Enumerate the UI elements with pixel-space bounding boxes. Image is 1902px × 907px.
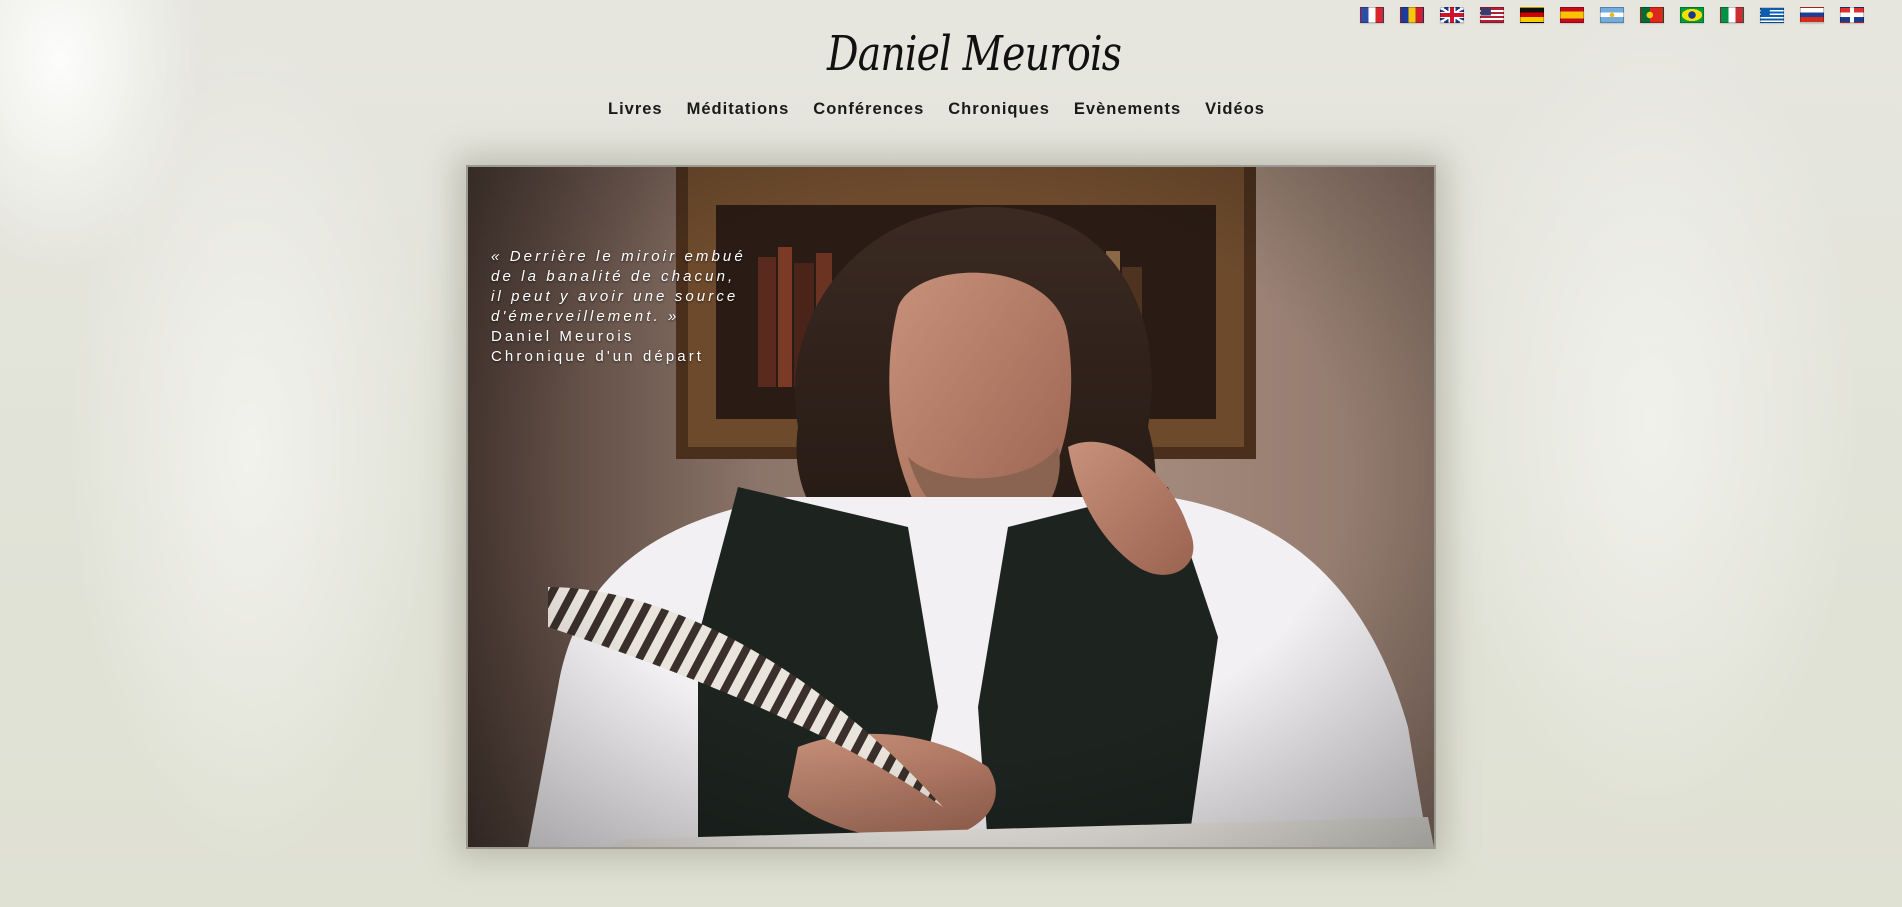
flag-br-icon[interactable] xyxy=(1680,7,1704,23)
flag-ro-icon[interactable] xyxy=(1400,7,1424,23)
flag-it-icon[interactable] xyxy=(1720,7,1744,23)
flag-uk-icon[interactable] xyxy=(1440,7,1464,23)
main-nav: Livres Méditations Conférences Chronique… xyxy=(608,100,1265,119)
flag-ru-icon[interactable] xyxy=(1800,7,1824,23)
hero-quote: « Derrière le miroir embué de la banalit… xyxy=(491,247,746,367)
quote-line: il peut y avoir une source xyxy=(491,288,739,305)
nav-item-livres[interactable]: Livres xyxy=(608,100,663,119)
nav-item-meditations[interactable]: Méditations xyxy=(687,100,790,119)
flag-pt-icon[interactable] xyxy=(1640,7,1664,23)
flag-es-icon[interactable] xyxy=(1560,7,1584,23)
quote-line: d'émerveillement. » xyxy=(491,308,680,325)
nav-item-conferences[interactable]: Conférences xyxy=(813,100,924,119)
nav-item-videos[interactable]: Vidéos xyxy=(1205,100,1265,119)
flag-fr-icon[interactable] xyxy=(1360,7,1384,23)
quote-source: Chronique d'un départ xyxy=(491,348,705,365)
flag-us-icon[interactable] xyxy=(1480,7,1504,23)
quote-line: « Derrière le miroir embué xyxy=(491,248,746,265)
language-flags xyxy=(1360,7,1864,23)
site-logo[interactable]: Daniel Meurois xyxy=(827,30,1122,78)
nav-item-evenements[interactable]: Evènements xyxy=(1074,100,1181,119)
quote-line: de la banalité de chacun, xyxy=(491,268,736,285)
quote-author: Daniel Meurois xyxy=(491,328,635,345)
nav-item-chroniques[interactable]: Chroniques xyxy=(948,100,1050,119)
flag-gr-icon[interactable] xyxy=(1760,7,1784,23)
flag-de-icon[interactable] xyxy=(1520,7,1544,23)
flag-ar-icon[interactable] xyxy=(1600,7,1624,23)
flag-hr-icon[interactable] xyxy=(1840,7,1864,23)
hero-banner: « Derrière le miroir embué de la banalit… xyxy=(466,165,1436,849)
